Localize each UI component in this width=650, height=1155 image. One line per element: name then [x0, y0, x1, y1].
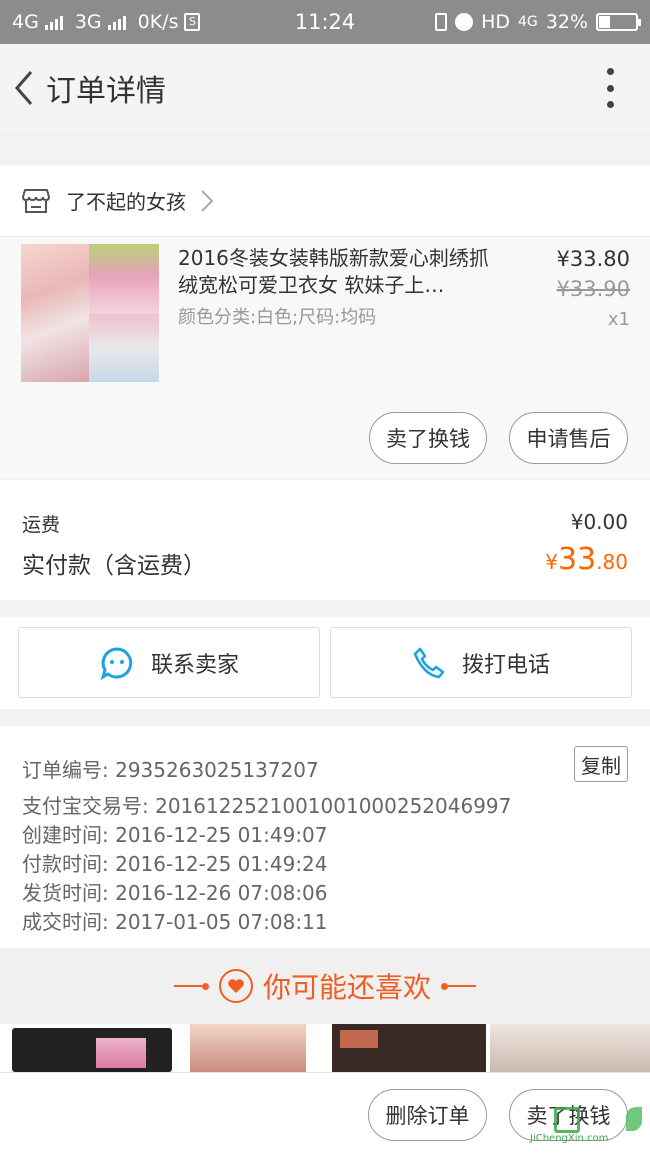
contact-seller-button[interactable]: 联系卖家 — [18, 627, 320, 698]
watermark-leaf-icon — [626, 1107, 642, 1131]
fee-summary: 运费 ¥0.00 实付款（含运费） ¥33.80 — [0, 480, 650, 600]
paid-currency: ¥ — [545, 550, 558, 574]
shipping-value: ¥0.00 — [570, 510, 628, 534]
left-dash-decoration — [173, 982, 209, 990]
paid-amount: ¥33.80 — [545, 542, 628, 577]
net-speed: 0K/s — [137, 11, 179, 33]
watermark-text: JiChengXin.com — [530, 1133, 609, 1144]
more-menu-button[interactable] — [600, 68, 620, 108]
recommend-item-1[interactable] — [0, 1024, 172, 1072]
completed-time: 成交时间: 2017-01-05 07:08:11 — [22, 910, 328, 934]
signal-icon — [44, 14, 63, 30]
order-item[interactable]: 2016冬装女装韩版新款爱心刺绣抓绒宽松可爱卫衣女 软妹子上… 颜色分类:白色;… — [0, 237, 650, 479]
chevron-left-icon — [15, 71, 33, 105]
network-label-3: 4G — [518, 14, 538, 30]
heart-icon — [218, 969, 253, 1003]
shipping-label: 运费 — [22, 514, 61, 536]
product-title[interactable]: 2016冬装女装韩版新款爱心刺绣抓绒宽松可爱卫衣女 软妹子上… — [178, 245, 498, 299]
recommend-header: 你可能还喜欢 — [0, 948, 650, 1024]
clock: 11:24 — [294, 10, 356, 34]
battery-icon — [596, 13, 641, 31]
paid-decimal: .80 — [596, 550, 628, 574]
page-title: 订单详情 — [46, 74, 166, 109]
vibrate-icon — [435, 13, 448, 31]
order-number: 订单编号: 2935263025137207 — [22, 758, 319, 782]
contact-bar: 联系卖家 拨打电话 — [0, 617, 650, 709]
title-bar: 订单详情 — [0, 44, 650, 132]
signal-icon-2 — [107, 14, 126, 30]
paid-label: 实付款（含运费） — [22, 553, 206, 579]
delete-order-button[interactable]: 删除订单 — [368, 1089, 487, 1141]
chat-icon — [100, 646, 133, 680]
order-info: 订单编号: 2935263025137207 复制 支付宝交易号: 201612… — [0, 726, 650, 948]
alarm-icon — [455, 13, 474, 31]
hd-label: HD — [481, 11, 510, 33]
bottom-action-bar: 删除订单 卖了换钱 JiChengXin.com — [0, 1072, 650, 1155]
back-button[interactable] — [4, 58, 44, 118]
product-original-price: ¥33.90 — [556, 277, 630, 301]
recommend-list — [0, 1024, 650, 1072]
watermark-logo — [554, 1107, 580, 1133]
product-thumbnail[interactable] — [21, 244, 159, 382]
recommend-item-3[interactable] — [332, 1024, 486, 1072]
contact-seller-label: 联系卖家 — [150, 652, 239, 678]
recommend-item-2[interactable] — [190, 1024, 306, 1072]
shipped-time: 发货时间: 2016-12-26 07:08:06 — [22, 881, 328, 905]
recommend-item-4[interactable] — [490, 1024, 650, 1072]
call-phone-label: 拨打电话 — [461, 652, 550, 678]
right-dash-decoration — [441, 982, 476, 990]
product-attributes: 颜色分类:白色;尺码:均码 — [178, 307, 377, 328]
network-label: 4G — [12, 11, 39, 33]
after-sale-button[interactable]: 申请售后 — [509, 412, 628, 464]
shop-header[interactable]: 了不起的女孩 — [0, 165, 650, 237]
store-icon — [22, 188, 50, 213]
sim-icon: S — [184, 13, 201, 31]
site-watermark: JiChengXin.com — [530, 1107, 644, 1145]
copy-button[interactable]: 复制 — [574, 746, 628, 782]
alipay-trade-number: 支付宝交易号: 2016122521001001000252046997 — [22, 794, 512, 818]
product-quantity: x1 — [607, 309, 630, 330]
product-price: ¥33.80 — [556, 247, 630, 271]
shop-name: 了不起的女孩 — [66, 190, 186, 214]
paid-time: 付款时间: 2016-12-25 01:49:24 — [22, 852, 328, 876]
created-time: 创建时间: 2016-12-25 01:49:07 — [22, 823, 328, 847]
network-label-2: 3G — [74, 11, 102, 33]
sell-for-cash-button[interactable]: 卖了换钱 — [369, 412, 487, 464]
battery-percent: 32% — [545, 11, 588, 33]
status-bar: 4G 3G 0K/s S 11:24 HD 4G 32% — [0, 0, 650, 44]
paid-integer: 33 — [558, 542, 597, 577]
more-dots-icon — [606, 68, 614, 75]
call-phone-button[interactable]: 拨打电话 — [330, 627, 632, 698]
phone-icon — [413, 647, 445, 678]
chevron-right-icon — [201, 189, 214, 212]
recommend-title: 你可能还喜欢 — [262, 971, 431, 1004]
